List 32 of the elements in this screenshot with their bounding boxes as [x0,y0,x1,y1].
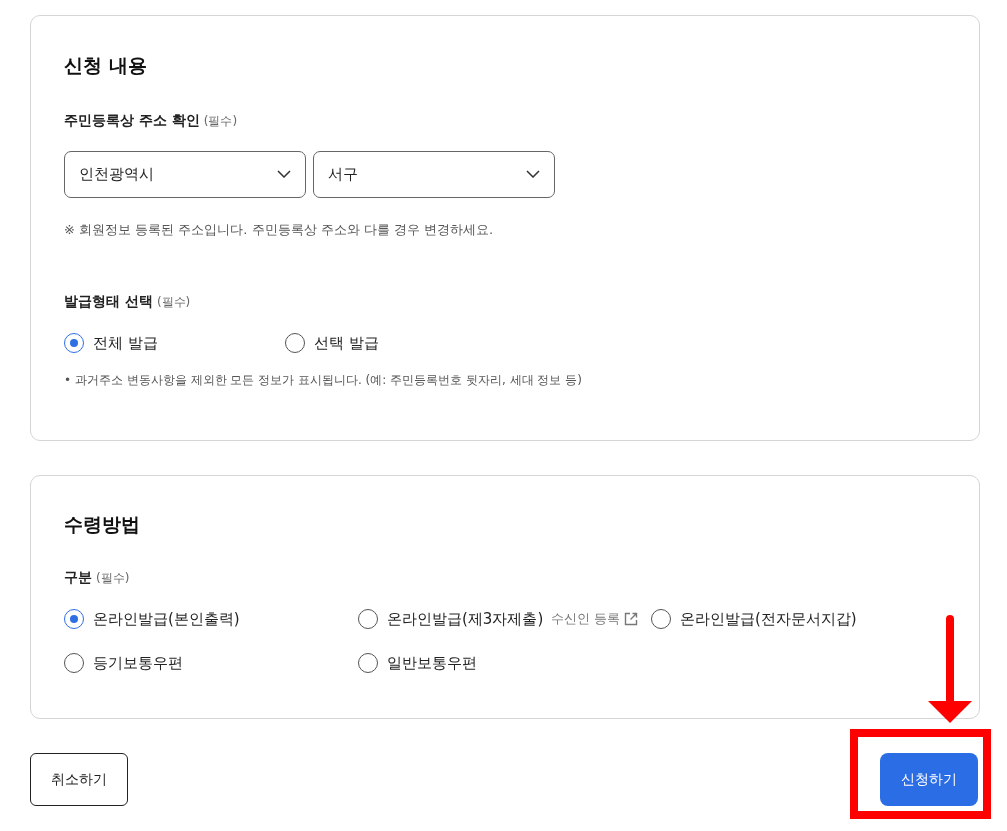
issue-note: • 과거주소 변동사항을 제외한 모든 정보가 표시됩니다. (예: 주민등록번호 뒷자리, 세대 정보 등) [64,371,583,389]
section-title: 신청 내용 [64,53,148,78]
radio-button[interactable] [358,653,378,674]
radio-button[interactable] [285,333,305,354]
external-link-icon [624,611,639,626]
section-title: 수령방법 [64,512,141,537]
radio-button[interactable] [358,608,378,629]
field-label: 구분 [64,567,92,587]
required-note: (필수) [203,112,238,130]
radio-option[interactable]: 온라인발급(본인출력) [64,607,240,630]
radio-option[interactable]: 등기보통우편 [64,652,183,675]
required-note: (필수) [96,569,130,587]
field-label: 주민등록상 주소 확인 [64,110,200,130]
radio-button[interactable] [64,653,84,674]
chevron-down-icon [526,170,540,178]
radio-button[interactable] [64,333,84,354]
required-note: (필수) [156,294,191,311]
radio-option[interactable]: 전체 발급 [64,332,285,355]
dropdown[interactable]: 인천광역시 [64,150,306,198]
radio-button[interactable] [651,608,671,629]
cancel-button[interactable]: 취소하기 [30,753,128,806]
field-label: 발급형태 선택 [64,292,153,311]
radio-option[interactable]: 일반보통우편 [358,652,477,675]
chevron-down-icon [277,170,291,178]
radio-option[interactable]: 선택 발급 [285,332,506,355]
dropdown[interactable]: 서구 [313,150,555,198]
radio-option[interactable]: 온라인발급(전자문서지갑) [651,607,857,630]
radio-button[interactable] [64,608,84,629]
address-note: ※ 회원정보 등록된 주소입니다. 주민등록상 주소와 다를 경우 변경하세요. [64,220,495,239]
submit-button[interactable]: 신청하기 [880,753,978,806]
radio-option[interactable]: 온라인발급(제3자제출) [358,607,544,630]
register-recipient-link[interactable]: 수신인 등록 [551,609,639,629]
